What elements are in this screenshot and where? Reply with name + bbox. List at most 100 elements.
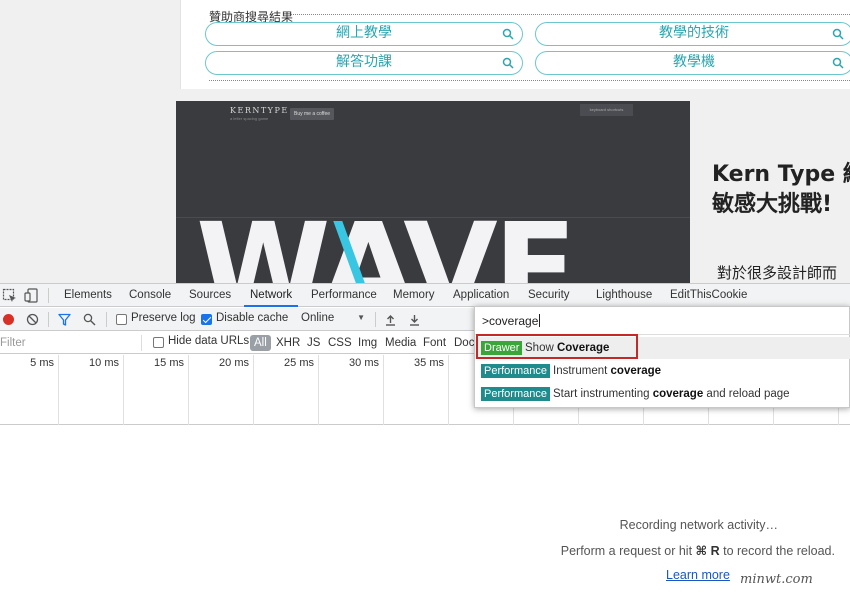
search-icon	[502, 28, 514, 40]
toolbar-divider	[48, 312, 49, 327]
import-har-icon[interactable]	[384, 313, 397, 326]
article-title: Kern Type 線 敏感大挑戰!	[712, 160, 850, 220]
type-filter-font[interactable]: Font	[421, 335, 448, 351]
toolbar-divider	[375, 312, 376, 327]
tab-security[interactable]: Security	[528, 284, 570, 307]
timeline-tick: 5 ms	[0, 355, 59, 425]
kerning-word: WAVE	[196, 197, 577, 283]
timeline-tick: 10 ms	[59, 355, 124, 425]
type-filter-media[interactable]: Media	[383, 335, 418, 351]
toolbar-divider	[106, 312, 107, 327]
type-filter-doc[interactable]: Doc	[452, 335, 476, 351]
sponsored-link-label: 解答功課	[336, 54, 392, 70]
timeline-tick: 30 ms	[319, 355, 384, 425]
timeline-tick-label: 5 ms	[30, 357, 54, 369]
disable-cache-label: Disable cache	[216, 312, 289, 324]
recording-status-text: Recording network activity…	[619, 518, 778, 532]
timeline-tick-label: 25 ms	[284, 357, 314, 369]
tab-elements[interactable]: Elements	[64, 284, 112, 307]
site-watermark: minwt.com	[740, 572, 813, 587]
category-badge-performance: Performance	[481, 387, 550, 401]
command-menu-input[interactable]: >coverage	[475, 307, 850, 335]
preserve-log-checkbox[interactable]	[116, 314, 127, 325]
learn-more-link[interactable]: Learn more	[666, 568, 730, 582]
preserve-log-label: Preserve log	[131, 312, 196, 324]
dotted-divider	[291, 14, 850, 15]
timeline-tick-label: 35 ms	[414, 357, 444, 369]
command-show-coverage[interactable]: Drawer Show Coverage	[475, 337, 850, 359]
command-label-prefix: Show	[525, 342, 557, 354]
hide-data-urls-label: Hide data URLs	[168, 335, 250, 347]
command-query: >coverage	[482, 314, 539, 328]
category-badge-performance: Performance	[481, 364, 550, 378]
disable-cache-checkbox[interactable]	[201, 314, 212, 325]
record-reload-hint: Perform a request or hit ⌘ R to record t…	[561, 543, 835, 558]
type-filter-img[interactable]: Img	[356, 335, 379, 351]
command-label-prefix: Start instrumenting	[553, 388, 653, 400]
command-start-instrumenting-coverage[interactable]: Performance Start instrumenting coverage…	[475, 383, 850, 405]
tab-application[interactable]: Application	[453, 284, 509, 307]
tab-sources[interactable]: Sources	[189, 284, 231, 307]
network-empty-state: Recording network activity… Perform a re…	[0, 426, 850, 595]
record-icon[interactable]	[3, 314, 14, 325]
device-toolbar-icon[interactable]	[24, 288, 39, 303]
sponsored-link-4[interactable]: 教學機	[535, 51, 850, 75]
sponsored-link-2[interactable]: 教學的技術	[535, 22, 850, 46]
throttling-value: Online	[301, 312, 335, 324]
hint-prefix: Perform a request or hit	[560, 544, 696, 558]
command-label: Instrument coverage	[553, 363, 661, 379]
inspect-element-icon[interactable]	[2, 288, 17, 303]
filter-icon[interactable]	[58, 313, 71, 326]
timeline-tick-label: 15 ms	[154, 357, 184, 369]
tab-memory[interactable]: Memory	[393, 284, 435, 307]
command-label-prefix: Instrument	[553, 365, 611, 377]
tab-editthiscookie[interactable]: EditThisCookie	[670, 284, 747, 307]
timeline-tick-label: 10 ms	[89, 357, 119, 369]
hint-suffix: to record the reload.	[719, 544, 835, 558]
toolbar-divider	[48, 288, 49, 303]
dotted-divider	[209, 80, 850, 81]
kerntype-logo: KERNTYPE	[230, 106, 289, 115]
command-menu: >coverage Drawer Show Coverage Performan…	[474, 306, 850, 408]
clear-icon[interactable]	[26, 313, 39, 326]
timeline-tick: 25 ms	[254, 355, 319, 425]
sponsored-search-box: 贊助商搜尋結果 網上教學 教學的技術 解答功課 教學機	[180, 0, 850, 89]
search-icon	[502, 57, 514, 69]
search-icon	[832, 28, 844, 40]
export-har-icon[interactable]	[408, 313, 421, 326]
text-caret	[539, 314, 541, 327]
search-icon[interactable]	[83, 313, 96, 326]
search-icon	[832, 57, 844, 69]
throttling-select[interactable]: Online ▼	[298, 312, 368, 327]
buy-coffee-button: Buy me a coffee	[290, 108, 335, 120]
article-title-line-2: 敏感大挑戰!	[712, 192, 833, 217]
type-filter-css[interactable]: CSS	[326, 335, 354, 351]
command-label: Show Coverage	[525, 340, 609, 356]
type-filter-xhr[interactable]: XHR	[274, 335, 302, 351]
sponsored-link-label: 教學機	[673, 54, 715, 70]
hide-data-urls-checkbox[interactable]	[153, 337, 164, 348]
tab-lighthouse[interactable]: Lighthouse	[596, 284, 652, 307]
sponsored-link-1[interactable]: 網上教學	[205, 22, 523, 46]
timeline-tick-label: 30 ms	[349, 357, 379, 369]
web-page: 贊助商搜尋結果 網上教學 教學的技術 解答功課 教學機 KERNTYPE a l…	[0, 0, 850, 283]
keyboard-shortcuts-button: keyboard shortcuts	[580, 104, 633, 116]
sponsored-link-3[interactable]: 解答功課	[205, 51, 523, 75]
timeline-tick-label: 20 ms	[219, 357, 249, 369]
sponsored-link-label: 教學的技術	[659, 25, 729, 41]
type-filter-all[interactable]: All	[250, 335, 271, 351]
category-badge-drawer: Drawer	[481, 341, 523, 355]
article-body-text: 對於很多設計師而	[717, 264, 838, 282]
kerntype-tagline: a letter spacing game	[230, 116, 269, 121]
timeline-tick: 20 ms	[189, 355, 254, 425]
command-label: Start instrumenting coverage and reload …	[553, 386, 790, 402]
command-instrument-coverage[interactable]: Performance Instrument coverage	[475, 360, 850, 382]
type-filter-js[interactable]: JS	[305, 335, 322, 351]
tab-console[interactable]: Console	[129, 284, 171, 307]
command-label-match: coverage	[652, 388, 704, 400]
filter-input[interactable]: Filter	[0, 335, 142, 351]
devtools-tab-bar: Elements Console Sources Network Perform…	[0, 284, 850, 307]
tab-performance[interactable]: Performance	[311, 284, 377, 307]
devtools-panel: Elements Console Sources Network Perform…	[0, 283, 850, 595]
tab-network[interactable]: Network	[244, 284, 299, 307]
